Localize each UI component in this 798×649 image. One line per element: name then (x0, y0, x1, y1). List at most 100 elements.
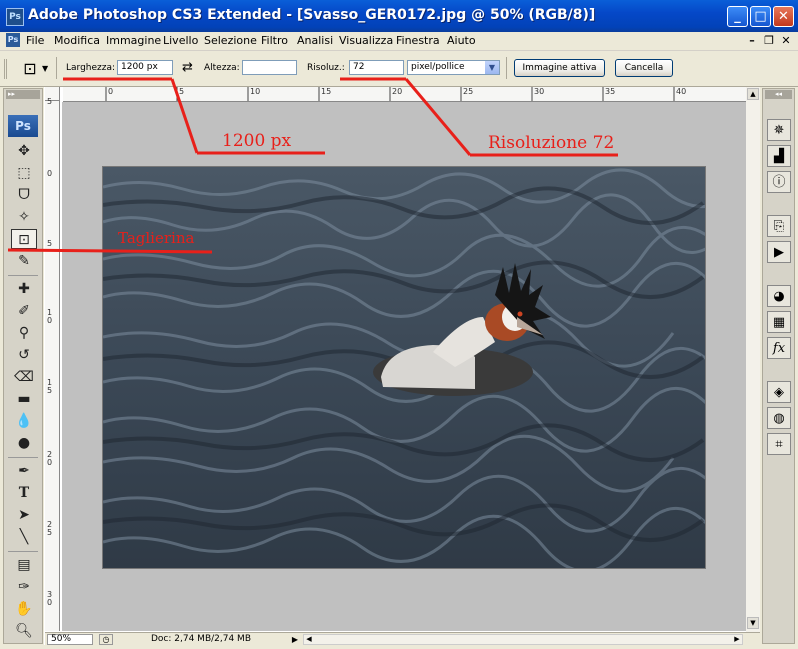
line-tool-icon[interactable]: ╲ (11, 527, 37, 547)
toolbox-collapse-icon[interactable]: ▸▸ (6, 90, 40, 99)
separator (506, 57, 507, 79)
horizontal-ruler[interactable]: 0 5 10 15 20 25 30 35 40 (63, 87, 746, 102)
annotation-crop-tool: Taglierina (118, 229, 195, 247)
slice-tool-icon[interactable]: ✎ (11, 251, 37, 271)
histogram-panel-icon[interactable]: ▟ (767, 145, 791, 167)
chevron-down-icon[interactable]: ▼ (485, 61, 499, 74)
status-menu-arrow-icon[interactable]: ▶ (289, 634, 301, 645)
navigator-panel-icon[interactable]: ✵ (767, 119, 791, 141)
options-bar: ⊡ ▼ Larghezza: 1200 px ⇄ Altezza: Risolu… (0, 51, 798, 87)
color-panel-icon[interactable]: ◕ (767, 285, 791, 307)
marquee-tool-icon[interactable]: ⬚ (11, 163, 37, 183)
menu-aiuto[interactable]: Aiuto (447, 34, 476, 47)
options-gripper[interactable] (4, 59, 19, 79)
close-button[interactable]: ✕ (773, 6, 794, 27)
annotation-width: 1200 px (222, 131, 292, 151)
history-brush-tool-icon[interactable]: ↺ (11, 345, 37, 365)
ruler-label: 0 (47, 169, 53, 178)
horizontal-scrollbar[interactable]: ◀ ▶ (303, 634, 743, 645)
ruler-label: 2 5 (47, 520, 53, 537)
gradient-tool-icon[interactable]: ▬ (11, 389, 37, 409)
zoom-level-field[interactable]: 50% (47, 634, 93, 645)
menu-livello[interactable]: Livello (163, 34, 198, 47)
styles-panel-icon[interactable]: fx (767, 337, 791, 359)
history-panel-icon[interactable]: ⎘ (767, 215, 791, 237)
title-bar[interactable]: Ps Adobe Photoshop CS3 Extended - [Svass… (0, 0, 798, 32)
menu-analisi[interactable]: Analisi (297, 34, 333, 47)
lasso-tool-icon[interactable]: ᗜ (11, 185, 37, 205)
eraser-tool-icon[interactable]: ⌫ (11, 367, 37, 387)
menu-selezione[interactable]: Selezione (204, 34, 257, 47)
doc-close-icon[interactable]: ✕ (779, 34, 793, 47)
clear-button[interactable]: Cancella (615, 59, 673, 77)
doc-restore-icon[interactable]: ❐ (762, 34, 776, 47)
ruler-label: 10 (250, 87, 261, 96)
layers-panel-icon[interactable]: ◈ (767, 381, 791, 403)
menu-file[interactable]: File (26, 34, 44, 47)
scroll-left-icon[interactable]: ◀ (304, 635, 314, 644)
type-tool-icon[interactable]: T (11, 483, 37, 503)
menu-filtro[interactable]: Filtro (261, 34, 288, 47)
divider (8, 275, 38, 276)
status-bar: 50% ◷ Doc: 2,74 MB/2,74 MB ▶ ◀ ▶ (45, 632, 760, 647)
clone-stamp-tool-icon[interactable]: ⚲ (11, 323, 37, 343)
close-icon: ✕ (778, 9, 789, 24)
photoshop-app-icon: Ps (6, 8, 24, 26)
height-input[interactable] (242, 60, 297, 75)
pen-tool-icon[interactable]: ✒ (11, 461, 37, 481)
actions-panel-icon[interactable]: ▶ (767, 241, 791, 263)
swap-dimensions-icon[interactable]: ⇄ (182, 60, 193, 75)
dock-expand-icon[interactable]: ◂◂ (765, 90, 792, 99)
crop-tool-icon[interactable]: ⊡ (11, 229, 37, 249)
dodge-tool-icon[interactable]: ● (11, 433, 37, 453)
vertical-scrollbar[interactable]: ▲ ▼ (746, 87, 760, 632)
minimize-button[interactable]: _ (727, 6, 748, 27)
resolution-label: Risoluz.: (307, 63, 345, 73)
ruler-label: 30 (534, 87, 545, 96)
width-input[interactable]: 1200 px (117, 60, 173, 75)
resolution-input[interactable]: 72 (349, 60, 404, 75)
photoshop-logo[interactable]: Ps (8, 115, 38, 137)
hand-tool-icon[interactable]: ✋ (11, 599, 37, 619)
ruler-label: 5 (47, 97, 53, 106)
minimize-icon: _ (734, 9, 741, 24)
blur-tool-icon[interactable]: 💧 (11, 411, 37, 431)
zoom-tool-icon[interactable]: 🔍︎ (11, 621, 37, 641)
menu-finestra[interactable]: Finestra (396, 34, 440, 47)
divider (8, 457, 38, 458)
resolution-unit-select[interactable]: pixel/pollice ▼ (407, 60, 500, 75)
menu-immagine[interactable]: Immagine (106, 34, 161, 47)
ruler-label: 40 (676, 87, 687, 96)
scroll-down-icon[interactable]: ▼ (747, 617, 759, 629)
eyedropper-tool-icon[interactable]: ✑ (11, 577, 37, 597)
ruler-label: 1 0 (47, 308, 53, 325)
status-preview-icon[interactable]: ◷ (99, 634, 113, 645)
healing-brush-tool-icon[interactable]: ✚ (11, 279, 37, 299)
info-panel-icon[interactable]: ⓘ (767, 171, 791, 193)
menu-visualizza[interactable]: Visualizza (339, 34, 393, 47)
swatches-panel-icon[interactable]: ▦ (767, 311, 791, 333)
front-image-button[interactable]: Immagine attiva (514, 59, 605, 77)
width-label: Larghezza: (66, 63, 116, 73)
maximize-button[interactable]: □ (750, 6, 771, 27)
preset-dropdown-arrow-icon[interactable]: ▼ (42, 64, 48, 73)
brush-tool-icon[interactable]: ✐ (11, 301, 37, 321)
crop-preset-icon[interactable]: ⊡ (20, 59, 40, 79)
divider (8, 551, 38, 552)
ruler-label: 3 0 (47, 590, 53, 607)
paths-panel-icon[interactable]: ⌗ (767, 433, 791, 455)
vertical-ruler[interactable]: 5 0 5 1 0 1 5 2 0 2 5 3 0 (45, 97, 60, 631)
scroll-right-icon[interactable]: ▶ (732, 635, 742, 644)
move-tool-icon[interactable]: ✥ (11, 141, 37, 161)
scroll-up-icon[interactable]: ▲ (747, 88, 759, 100)
channels-panel-icon[interactable]: ◍ (767, 407, 791, 429)
menu-modifica[interactable]: Modifica (54, 34, 100, 47)
doc-minimize-icon[interactable]: – (745, 34, 759, 47)
notes-tool-icon[interactable]: ▤ (11, 555, 37, 575)
document-icon[interactable]: Ps (6, 33, 20, 47)
photo-grebe-on-water[interactable] (102, 166, 706, 569)
ruler-label: 5 (179, 87, 185, 96)
magic-wand-tool-icon[interactable]: ✧ (11, 207, 37, 227)
path-selection-tool-icon[interactable]: ➤ (11, 505, 37, 525)
separator (56, 57, 57, 79)
